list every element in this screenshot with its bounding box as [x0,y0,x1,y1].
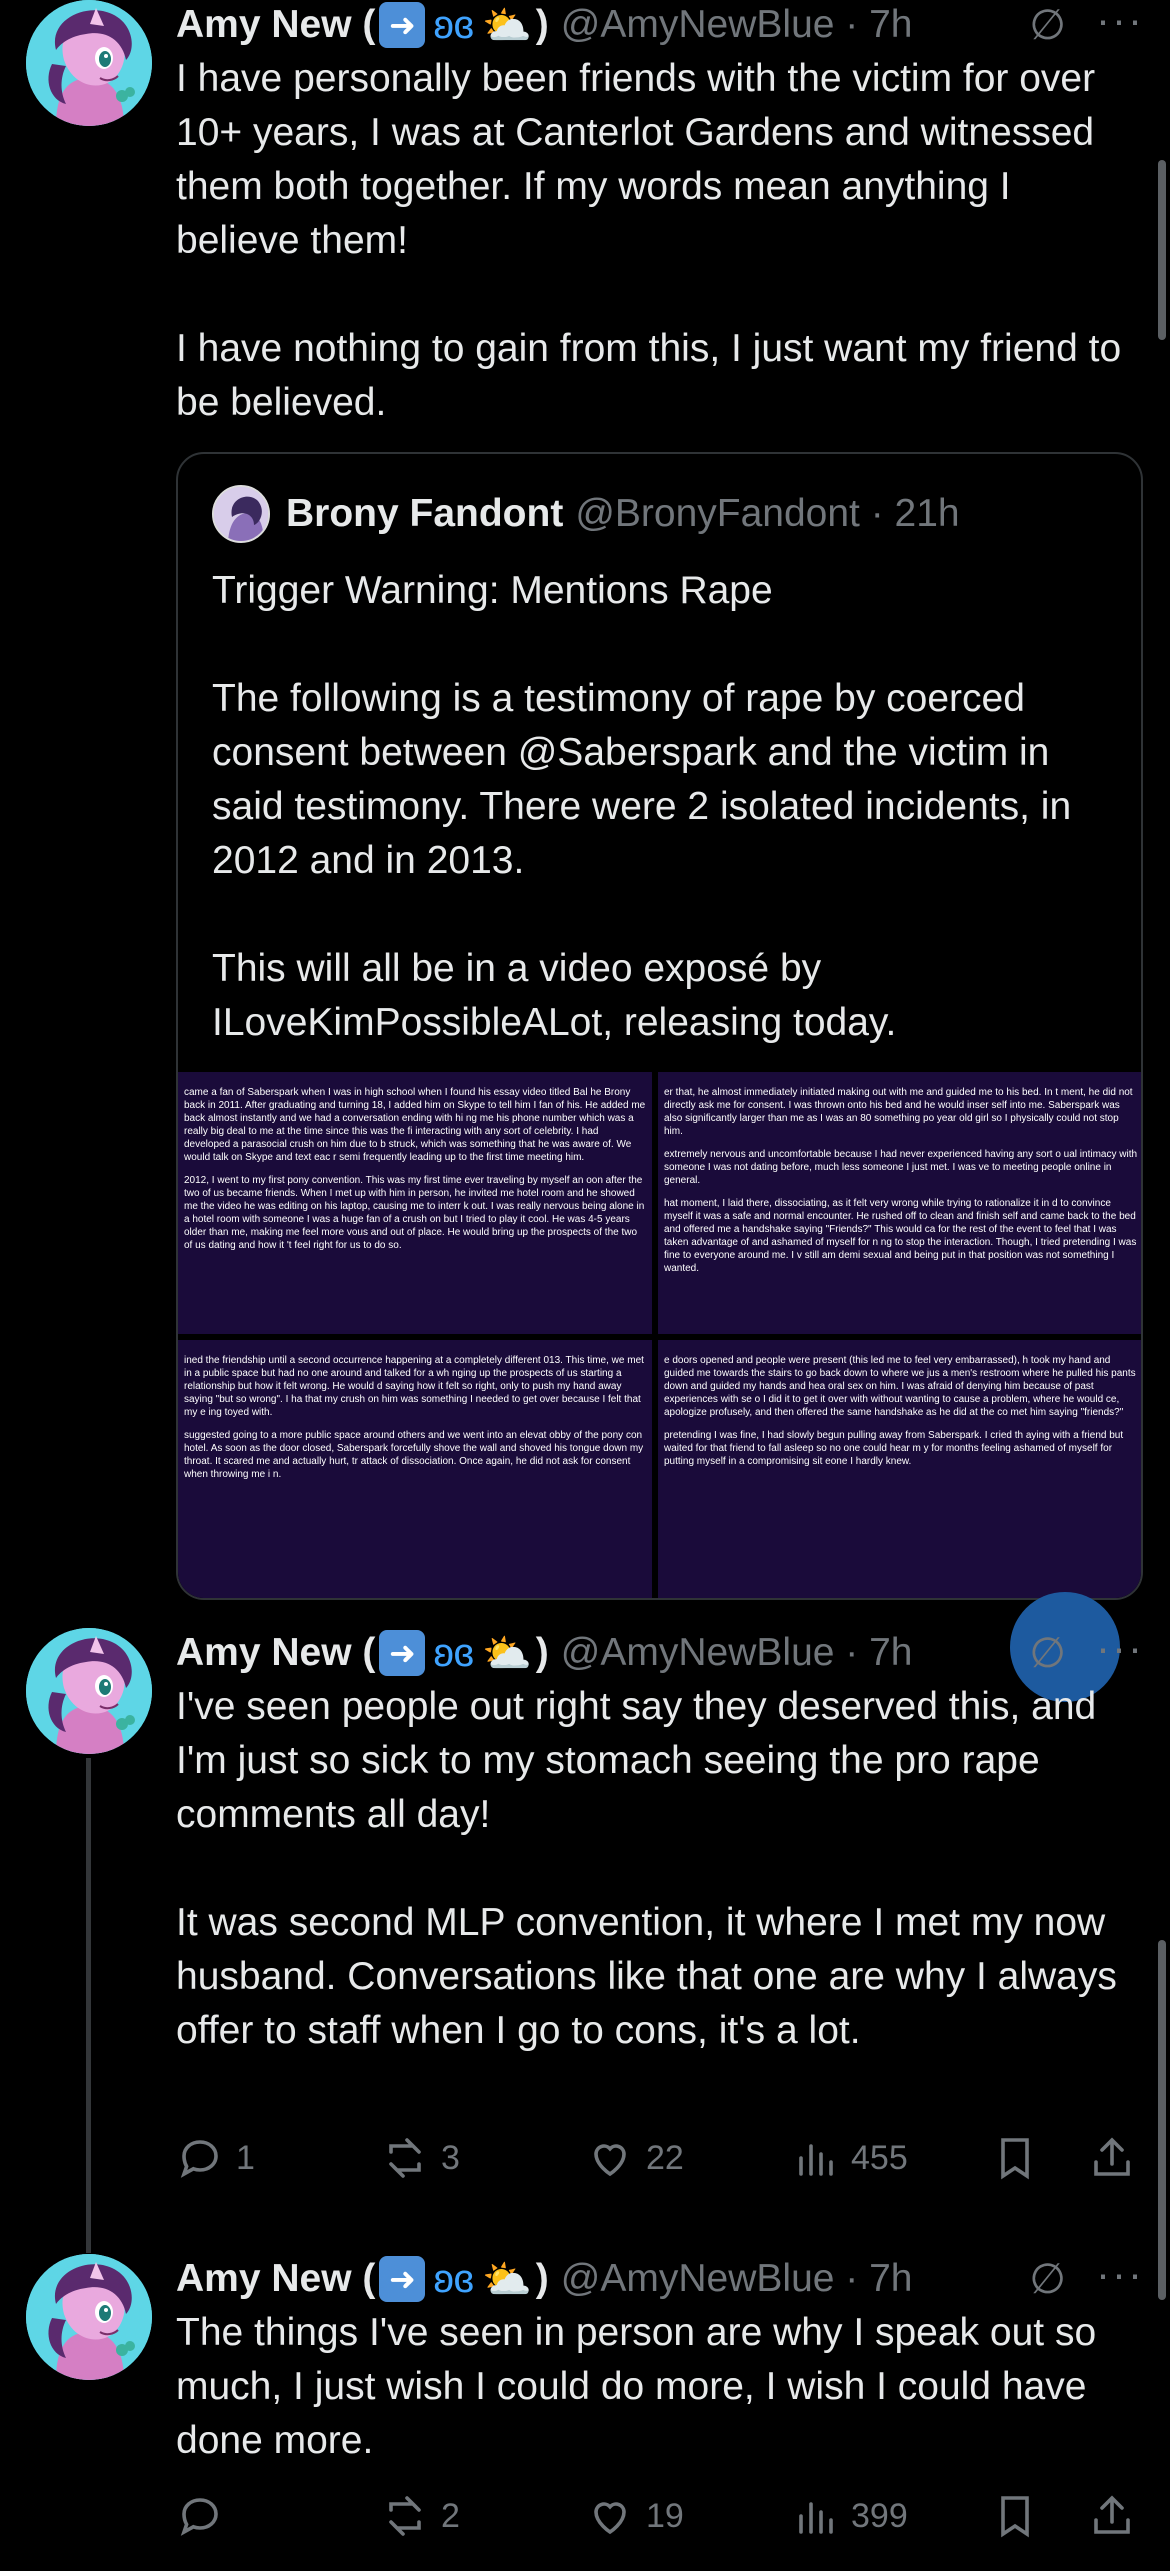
butterfly-emoji-icon: ʚɞ [433,2,474,47]
like-icon [594,2144,626,2177]
handle-time[interactable]: @AmyNewBlue · 7h [561,2257,913,2301]
scrollbar-top[interactable] [1158,160,1166,340]
tweet-3[interactable]: Amy New ( ➜ ʚɞ ⛅ ) @AmyNewBlue · 7h ∅ ··… [0,2250,1170,2571]
quote-text: Trigger Warning: Mentions Rape The follo… [212,569,1072,1044]
more-icon[interactable]: ··· [1096,2250,1144,2298]
reply-icon [180,2140,218,2178]
views-button[interactable]: 399 [791,2486,908,2546]
tweet-header: Amy New ( ➜ ʚɞ ⛅ ) @AmyNewBlue · 7h [176,2254,913,2304]
author-name[interactable]: Amy New ( [176,2257,375,2301]
quote-header: Brony Fandont @BronyFandont · 21h [212,484,960,544]
testimony-image-4[interactable]: e doors opened and people were present (… [658,1340,1141,1598]
scrollbar-bottom[interactable] [1158,1940,1166,2300]
tweet-actions: 2 19 399 [176,2486,1136,2546]
author-name[interactable]: Amy New ( [176,3,375,47]
author-name-close: ) [535,1631,549,1674]
reply-icon [180,2498,218,2536]
testimony-paragraph: e doors opened and people were present (… [664,1355,1136,1418]
repost-count: 3 [441,2138,460,2177]
testimony-paragraph: er that, he almost immediately initiated… [664,1087,1133,1137]
testimony-image-2[interactable]: er that, he almost immediately initiated… [658,1072,1141,1334]
testimony-paragraph: pretending I was fine, I had slowly begu… [664,1430,1124,1467]
testimony-paragraph: ined the friendship until a second occur… [184,1355,644,1418]
tweet-text: I have personally been friends with the … [176,57,1122,424]
testimony-image-3[interactable]: ined the friendship until a second occur… [178,1340,652,1598]
pony-avatar-icon [26,2254,152,2380]
right-arrow-emoji-icon: ➜ [379,1630,426,1676]
like-count: 19 [646,2496,684,2535]
testimony-paragraph: 2012, I went to my first pony convention… [184,1175,645,1251]
testimony-paragraph: suggested going to a more public space a… [184,1430,644,1480]
share-button[interactable] [1088,2486,1148,2546]
quote-avatar-icon [214,487,268,541]
share-icon [1094,2137,1130,2176]
more-icon[interactable]: ··· [1096,1624,1144,1672]
reply-button[interactable] [176,2486,236,2546]
author-name-close: ) [535,3,549,46]
quote-author-name: Brony Fandont [286,492,564,535]
reply-count: 1 [236,2138,255,2177]
views-icon [799,2502,833,2534]
tweet-text: The things I've seen in person are why I… [176,2311,1107,2462]
avatar[interactable] [26,2254,152,2380]
tweet-1[interactable]: Amy New ( ➜ ʚɞ ⛅ ) @AmyNewBlue · 7h ∅ ··… [0,0,1170,1610]
tweet-header: Amy New ( ➜ ʚɞ ⛅ ) @AmyNewBlue · 7h [176,0,913,50]
tweet-2[interactable]: Amy New ( ➜ ʚɞ ⛅ ) @AmyNewBlue · 7h ∅ ··… [0,1624,1170,2253]
tweet-actions: 1 3 22 455 [176,2128,1136,2188]
sun-cloud-emoji-icon: ⛅ [481,2257,532,2302]
repost-icon [389,2496,421,2536]
butterfly-emoji-icon: ʚɞ [433,1630,474,1675]
right-arrow-emoji-icon: ➜ [379,2,426,48]
like-button[interactable]: 19 [586,2486,684,2546]
like-icon [594,2502,626,2535]
repost-button[interactable]: 3 [381,2128,460,2188]
quote-handle-time: @BronyFandont · 21h [575,492,960,535]
author-name-close: ) [535,2257,549,2300]
views-count: 455 [851,2138,908,2177]
reply-button[interactable]: 1 [176,2128,255,2188]
share-button[interactable] [1088,2128,1148,2188]
grok-icon[interactable]: ∅ [1029,1628,1066,1677]
sun-cloud-emoji-icon: ⛅ [481,3,532,48]
handle-time[interactable]: @AmyNewBlue · 7h [561,1631,913,1675]
handle-time[interactable]: @AmyNewBlue · 7h [561,3,913,47]
grok-icon[interactable]: ∅ [1029,0,1066,49]
testimony-paragraph: extremely nervous and uncomfortable beca… [664,1149,1138,1186]
butterfly-emoji-icon: ʚɞ [433,2256,474,2301]
views-button[interactable]: 455 [791,2128,908,2188]
pony-avatar-icon [26,0,152,126]
avatar[interactable] [26,1628,152,1754]
testimony-paragraph: came a fan of Saberspark when I was in h… [184,1087,646,1163]
testimony-image-1[interactable]: came a fan of Saberspark when I was in h… [178,1072,652,1334]
bookmark-button[interactable] [991,2486,1051,2546]
repost-button[interactable]: 2 [381,2486,460,2546]
sun-cloud-emoji-icon: ⛅ [481,1631,532,1676]
thread-connector-line [86,1758,91,2253]
views-icon [799,2144,833,2176]
tweet-header: Amy New ( ➜ ʚɞ ⛅ ) @AmyNewBlue · 7h [176,1628,913,1678]
like-count: 22 [646,2138,684,2177]
views-count: 399 [851,2496,908,2535]
like-button[interactable]: 22 [586,2128,684,2188]
repost-icon [389,2138,421,2178]
tweet-text: I've seen people out right say they dese… [176,1685,1117,2052]
share-icon [1094,2495,1130,2534]
more-icon[interactable]: ··· [1096,0,1144,44]
avatar[interactable] [26,0,152,126]
testimony-paragraph: hat moment, I laid there, dissociating, … [664,1198,1137,1274]
bookmark-icon [1001,2138,1029,2180]
bookmark-icon [1001,2496,1029,2538]
testimony-image-grid[interactable]: came a fan of Saberspark when I was in h… [178,1072,1141,1598]
repost-count: 2 [441,2496,460,2535]
pony-avatar-icon [26,1628,152,1754]
right-arrow-emoji-icon: ➜ [379,2256,426,2302]
quote-avatar [212,485,270,543]
author-name[interactable]: Amy New ( [176,1631,375,1675]
grok-icon[interactable]: ∅ [1029,2254,1066,2303]
bookmark-button[interactable] [991,2128,1051,2188]
quote-tweet[interactable]: Brony Fandont @BronyFandont · 21h Trigge… [176,452,1143,1600]
